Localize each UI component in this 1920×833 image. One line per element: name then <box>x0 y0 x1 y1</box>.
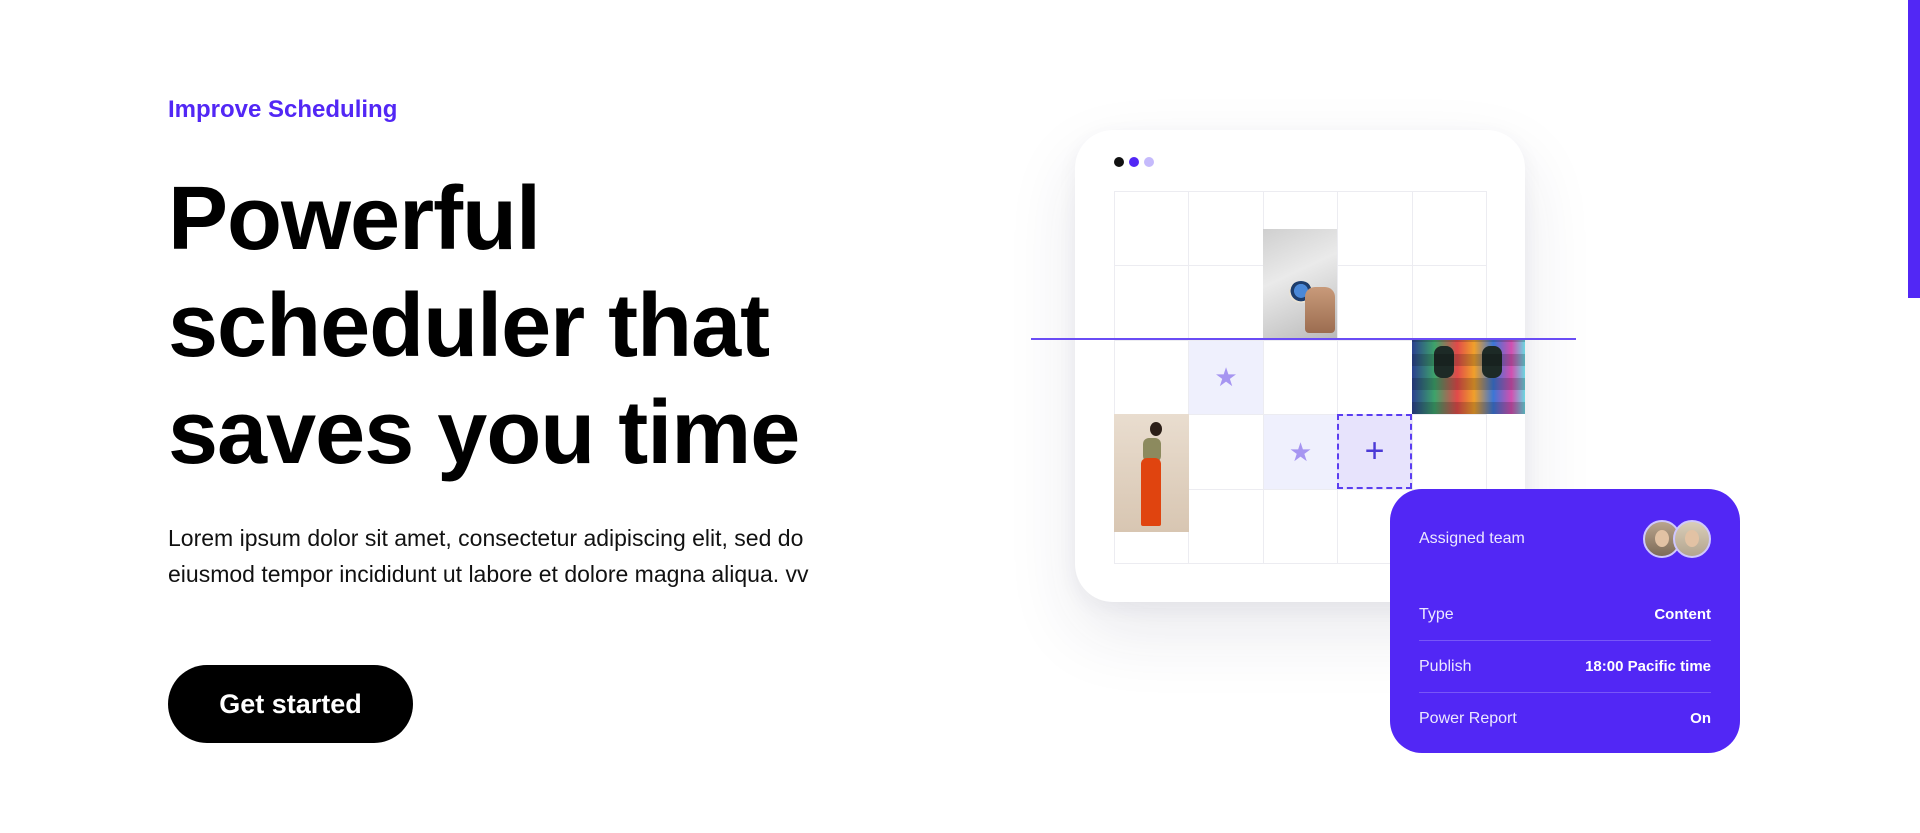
grid-cell[interactable] <box>1189 415 1264 490</box>
shoe <box>1434 346 1454 378</box>
detail-label: Type <box>1419 605 1454 623</box>
current-time-line <box>1031 338 1576 340</box>
details-panel: Assigned team Type Content Publish 18:00… <box>1390 489 1740 753</box>
avatar[interactable] <box>1673 520 1711 558</box>
grid-cell[interactable] <box>1412 266 1487 341</box>
hero-description: Lorem ipsum dolor sit amet, consectetur … <box>168 520 928 592</box>
grid-cell[interactable] <box>1189 266 1264 341</box>
detail-label: Publish <box>1419 657 1472 675</box>
description-line: eiusmod tempor incididunt ut labore et d… <box>168 561 809 587</box>
avatar-face <box>1655 530 1669 547</box>
hand <box>1305 287 1335 333</box>
detail-row-power-report: Power Report On <box>1419 693 1711 744</box>
accent-bar <box>1908 0 1920 298</box>
assigned-team-label: Assigned team <box>1419 530 1525 547</box>
star-icon: ★ <box>1288 436 1313 467</box>
dot-icon <box>1129 157 1139 167</box>
grid-cell-starred[interactable]: ★ <box>1189 340 1264 416</box>
assigned-team-row: Assigned team <box>1419 519 1711 559</box>
figure-head <box>1150 422 1162 436</box>
window-dots <box>1114 157 1154 167</box>
grid-cell[interactable] <box>1115 340 1190 416</box>
headline-line: Powerful <box>168 169 541 269</box>
detail-row-type: Type Content <box>1419 589 1711 641</box>
avatar-face <box>1685 530 1699 547</box>
figure-legs <box>1141 458 1161 526</box>
headline-line: saves you time <box>168 383 800 483</box>
star-icon: ★ <box>1214 362 1238 393</box>
detail-label: Power Report <box>1419 709 1517 727</box>
grid-cell[interactable] <box>1263 489 1339 564</box>
team-avatars[interactable] <box>1643 520 1711 558</box>
coffee-photo[interactable] <box>1263 229 1337 340</box>
details-rows: Type Content Publish 18:00 Pacific time … <box>1419 589 1711 744</box>
detail-value: Content <box>1654 606 1711 623</box>
detail-value: On <box>1690 710 1711 727</box>
headline-line: scheduler that <box>168 276 770 376</box>
detail-row-publish: Publish 18:00 Pacific time <box>1419 641 1711 693</box>
description-line: Lorem ipsum dolor sit amet, consectetur … <box>168 525 804 551</box>
eyebrow-label: Improve Scheduling <box>168 96 398 123</box>
detail-value: 18:00 Pacific time <box>1585 658 1711 675</box>
get-started-button[interactable]: Get started <box>168 665 413 743</box>
grid-cell-starred[interactable]: ★ <box>1263 415 1339 490</box>
grid-cell[interactable] <box>1412 192 1487 267</box>
grid-cell[interactable] <box>1115 266 1190 341</box>
plus-icon: + <box>1364 432 1385 470</box>
shoe <box>1482 346 1502 378</box>
dance-floor-photo[interactable] <box>1412 340 1525 414</box>
grid-cell[interactable] <box>1263 340 1339 416</box>
grid-cell[interactable] <box>1115 192 1190 267</box>
dot-icon <box>1114 157 1124 167</box>
grid-cell[interactable] <box>1338 266 1413 341</box>
grid-cell[interactable] <box>1189 489 1264 564</box>
grid-cell[interactable] <box>1338 340 1413 416</box>
dot-icon <box>1144 157 1154 167</box>
woman-portrait-photo[interactable] <box>1114 414 1189 532</box>
hero-headline: Powerful scheduler that saves you time <box>168 166 928 487</box>
grid-cell[interactable] <box>1412 415 1487 490</box>
grid-cell[interactable] <box>1338 192 1413 267</box>
add-slot-button[interactable]: + <box>1337 414 1412 489</box>
grid-cell[interactable] <box>1189 192 1264 267</box>
